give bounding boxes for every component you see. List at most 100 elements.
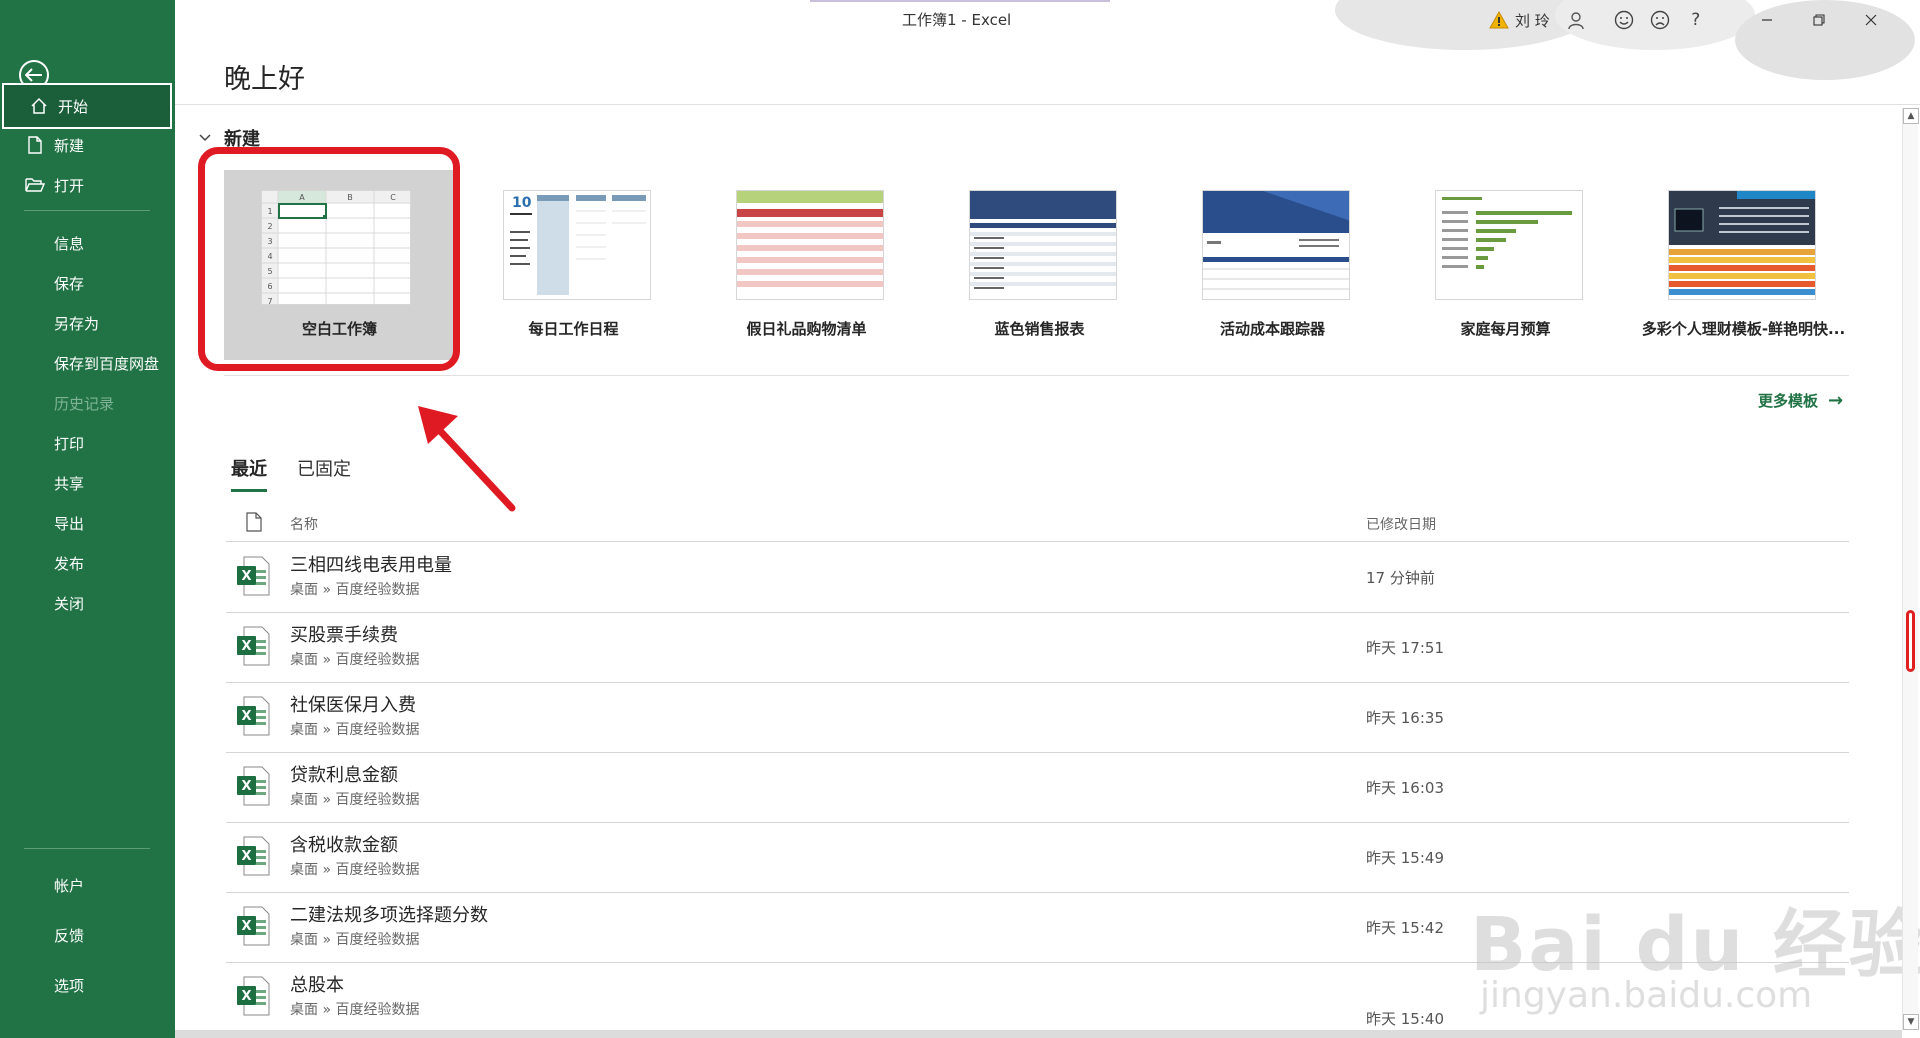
close-icon[interactable] bbox=[1849, 0, 1893, 40]
template-family-budget[interactable]: 家庭每月预算 bbox=[1389, 170, 1622, 360]
restore-icon[interactable] bbox=[1797, 0, 1841, 40]
excel-file-icon: X bbox=[237, 696, 270, 736]
sidebar-item-label: 信息 bbox=[54, 234, 85, 253]
sidebar-item-label: 历史记录 bbox=[54, 394, 115, 413]
sidebar-item-label: 开始 bbox=[58, 97, 89, 116]
file-date: 昨天 15:40 bbox=[1366, 1010, 1444, 1028]
chevron-down-icon bbox=[198, 131, 212, 145]
sidebar-item-open[interactable]: 打开 bbox=[0, 162, 175, 208]
window-title: 工作簿1 - Excel bbox=[902, 11, 1012, 29]
title-bar-icons: 刘 玲 ? bbox=[1485, 0, 1714, 40]
sidebar-item-account[interactable]: 帐户 bbox=[0, 862, 175, 908]
file-name: 三相四线电表用电量 bbox=[290, 555, 452, 576]
more-templates-link[interactable]: 更多模板 → bbox=[1758, 390, 1843, 411]
template-holiday-gift-list[interactable]: 假日礼品购物清单 bbox=[690, 170, 923, 360]
arrow-left-icon bbox=[25, 68, 42, 82]
frown-icon[interactable] bbox=[1642, 0, 1678, 40]
sidebar-item-label: 共享 bbox=[54, 474, 85, 493]
file-row[interactable]: X 社保医保月入费 桌面 » 百度经验数据 昨天 16:35 bbox=[226, 683, 1849, 753]
file-name: 贷款利息金额 bbox=[290, 765, 398, 786]
template-thumbnail bbox=[969, 190, 1117, 300]
help-icon[interactable]: ? bbox=[1678, 0, 1714, 40]
scroll-down-icon[interactable]: ▼ bbox=[1903, 1014, 1919, 1030]
file-row[interactable]: X 买股票手续费 桌面 » 百度经验数据 昨天 17:51 bbox=[226, 613, 1849, 683]
sidebar-item-options[interactable]: 选项 bbox=[0, 962, 175, 1008]
scroll-thumb[interactable] bbox=[1906, 610, 1915, 672]
user-avatar-icon[interactable] bbox=[1558, 0, 1594, 40]
sidebar-item-feedback[interactable]: 反馈 bbox=[0, 912, 175, 958]
file-date: 昨天 15:49 bbox=[1366, 849, 1444, 867]
column-header-name[interactable]: 名称 bbox=[290, 514, 318, 534]
title-accent-line bbox=[810, 0, 1110, 2]
template-label: 家庭每月预算 bbox=[1460, 320, 1551, 338]
template-thumbnail: 10 bbox=[503, 190, 651, 300]
new-file-icon bbox=[24, 134, 46, 156]
date-number: 10 bbox=[512, 195, 532, 211]
vertical-scrollbar[interactable]: ▲ ▼ bbox=[1902, 108, 1919, 1030]
file-date: 昨天 17:51 bbox=[1366, 639, 1444, 657]
template-label: 假日礼品购物清单 bbox=[746, 320, 867, 338]
file-list-header: 名称 已修改日期 bbox=[226, 510, 1849, 542]
file-date: 17 分钟前 bbox=[1366, 569, 1435, 587]
sidebar-item-label: 关闭 bbox=[54, 594, 85, 613]
template-daily-schedule[interactable]: 10 每日工作日程 bbox=[457, 170, 690, 360]
template-personal-finance[interactable]: 多彩个人理财模板-鲜艳明快... bbox=[1622, 170, 1855, 360]
excel-file-icon: X bbox=[237, 626, 270, 666]
recent-tabs: 最近 已固定 bbox=[231, 455, 381, 492]
highlight-annotation bbox=[198, 147, 460, 371]
file-path: 桌面 » 百度经验数据 bbox=[290, 862, 420, 878]
sidebar-divider bbox=[24, 210, 150, 211]
excel-file-icon: X bbox=[237, 976, 270, 1016]
template-blue-sales-report[interactable]: 蓝色销售报表 bbox=[923, 170, 1156, 360]
window-controls bbox=[1745, 0, 1893, 40]
template-thumbnail bbox=[1202, 190, 1350, 300]
smile-icon[interactable] bbox=[1606, 0, 1642, 40]
excel-file-icon: X bbox=[237, 906, 270, 946]
sidebar-item-label: 导出 bbox=[54, 514, 85, 533]
template-thumbnail bbox=[1668, 190, 1816, 300]
template-event-cost-tracker[interactable]: 活动成本跟踪器 bbox=[1156, 170, 1389, 360]
sidebar-item-label: 打开 bbox=[54, 176, 85, 195]
user-name[interactable]: 刘 玲 bbox=[1515, 10, 1550, 31]
greeting-title: 晚上好 bbox=[224, 64, 305, 95]
tab-recent[interactable]: 最近 bbox=[231, 455, 267, 492]
tab-pinned[interactable]: 已固定 bbox=[297, 455, 351, 492]
sidebar-item-label: 选项 bbox=[54, 976, 85, 995]
file-date: 昨天 16:35 bbox=[1366, 709, 1444, 727]
svg-text:X: X bbox=[241, 779, 251, 794]
warning-icon[interactable] bbox=[1485, 0, 1513, 40]
sidebar-item-label: 发布 bbox=[54, 554, 85, 573]
template-label: 多彩个人理财模板-鲜艳明快... bbox=[1641, 320, 1846, 338]
file-name: 含税收款金额 bbox=[290, 835, 398, 856]
minimize-icon[interactable] bbox=[1745, 0, 1789, 40]
file-row[interactable]: X 三相四线电表用电量 桌面 » 百度经验数据 17 分钟前 bbox=[226, 543, 1849, 613]
sidebar-divider bbox=[24, 848, 150, 849]
column-header-date[interactable]: 已修改日期 bbox=[1366, 514, 1436, 534]
file-name: 社保医保月入费 bbox=[290, 695, 416, 716]
file-date: 昨天 16:03 bbox=[1366, 779, 1444, 797]
template-thumbnail bbox=[1435, 190, 1583, 300]
excel-file-icon: X bbox=[237, 836, 270, 876]
home-icon bbox=[28, 95, 50, 117]
svg-text:X: X bbox=[241, 849, 251, 864]
templates-divider bbox=[224, 375, 1849, 376]
file-path: 桌面 » 百度经验数据 bbox=[290, 1002, 420, 1018]
sidebar-item-label: 保存到百度网盘 bbox=[54, 354, 160, 373]
sidebar-item-label: 新建 bbox=[54, 136, 85, 155]
svg-text:X: X bbox=[241, 919, 251, 934]
template-label: 蓝色销售报表 bbox=[994, 320, 1085, 338]
excel-file-icon: X bbox=[237, 766, 270, 806]
sidebar-item-close[interactable]: 关闭 bbox=[0, 580, 175, 626]
file-date: 昨天 15:42 bbox=[1366, 919, 1444, 937]
excel-file-icon: X bbox=[237, 556, 270, 596]
file-path: 桌面 » 百度经验数据 bbox=[290, 792, 420, 808]
svg-text:X: X bbox=[241, 989, 251, 1004]
horizontal-scrollbar[interactable] bbox=[175, 1030, 1902, 1038]
svg-text:X: X bbox=[241, 709, 251, 724]
sidebar-item-label: 帐户 bbox=[54, 876, 85, 895]
scroll-up-icon[interactable]: ▲ bbox=[1903, 108, 1919, 124]
title-bar: 工作簿1 - Excel 刘 玲 ? bbox=[175, 0, 1920, 80]
excel-backstage: 开始 新建 打开 信息 保存 另存为 保存到百度网盘 历史记录 打印 共享 导出… bbox=[0, 0, 1920, 1038]
template-label: 活动成本跟踪器 bbox=[1219, 320, 1325, 338]
file-row[interactable]: X 贷款利息金额 桌面 » 百度经验数据 昨天 16:03 bbox=[226, 753, 1849, 823]
